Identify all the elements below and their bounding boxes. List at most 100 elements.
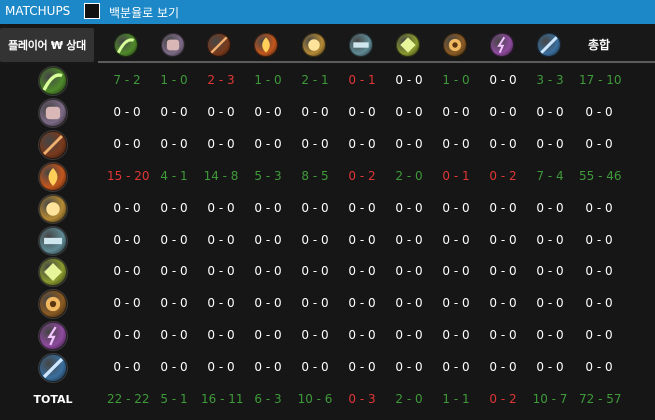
matchup-cell: 0 - 0 — [301, 264, 329, 278]
matchup-cell: 0 - 0 — [113, 360, 141, 374]
column-total-cell: 1 - 1 — [442, 392, 470, 406]
player-vs-opponent-tab[interactable]: 플레이어 ₩ 상대 — [0, 28, 94, 62]
row-total-cell: 0 - 0 — [585, 233, 613, 247]
matchup-cell: 0 - 0 — [442, 233, 470, 247]
column-total-cell: 72 - 57 — [579, 392, 622, 406]
matchup-cell: 0 - 0 — [113, 296, 141, 310]
matchup-cell: 0 - 0 — [301, 137, 329, 151]
matchup-cell: 7 - 4 — [536, 169, 564, 183]
matchup-cell: 1 - 0 — [160, 73, 188, 87]
matchup-cell: 0 - 0 — [207, 264, 235, 278]
spear-icon[interactable] — [39, 131, 67, 159]
row-total-cell: 0 - 0 — [585, 296, 613, 310]
matchup-cell: 0 - 0 — [442, 105, 470, 119]
percent-toggle-label[interactable]: 백분율로 보기 — [109, 4, 179, 21]
lightning-icon[interactable] — [490, 33, 514, 57]
druid-claw-icon[interactable] — [114, 33, 138, 57]
matchup-cell: 0 - 0 — [442, 264, 470, 278]
matchup-cell: 0 - 0 — [536, 105, 564, 119]
matchup-cell: 0 - 0 — [160, 360, 188, 374]
matchup-cell: 0 - 0 — [348, 105, 376, 119]
matchup-cell: 0 - 0 — [536, 360, 564, 374]
matchup-cell: 14 - 8 — [203, 169, 239, 183]
matchup-cell: 0 - 0 — [536, 328, 564, 342]
druid-claw-icon[interactable] — [39, 67, 67, 95]
matchup-cell: 0 - 0 — [489, 73, 517, 87]
fist-glow-icon[interactable] — [39, 195, 67, 223]
matchup-cell: 0 - 0 — [301, 233, 329, 247]
matchup-cell: 0 - 0 — [254, 296, 282, 310]
total-row-label: TOTAL — [33, 393, 73, 406]
matchup-cell: 0 - 0 — [442, 360, 470, 374]
matchup-cell: 0 - 0 — [442, 296, 470, 310]
pistol-icon[interactable] — [349, 33, 373, 57]
bear-icon[interactable] — [39, 290, 67, 318]
row-total-cell: 0 - 0 — [585, 360, 613, 374]
title-bar: MATCHUPS 백분율로 보기 — [0, 0, 655, 24]
fire-icon[interactable] — [254, 33, 278, 57]
matchup-cell: 0 - 0 — [489, 296, 517, 310]
matchup-cell: 0 - 1 — [348, 73, 376, 87]
matchup-cell: 0 - 0 — [301, 328, 329, 342]
fist-glow-icon[interactable] — [302, 33, 326, 57]
matchup-cell: 0 - 0 — [254, 137, 282, 151]
matchup-cell: 1 - 0 — [442, 73, 470, 87]
matchup-cell: 0 - 0 — [536, 201, 564, 215]
header-divider — [98, 61, 655, 63]
matchup-cell: 0 - 0 — [254, 201, 282, 215]
matchup-cell: 0 - 0 — [301, 201, 329, 215]
matchup-cell: 0 - 0 — [348, 233, 376, 247]
bear-icon[interactable] — [443, 33, 467, 57]
row-total-cell: 0 - 0 — [585, 328, 613, 342]
matchup-cell: 0 - 0 — [113, 201, 141, 215]
lightning-icon[interactable] — [39, 322, 67, 350]
column-total-cell: 6 - 3 — [254, 392, 282, 406]
matchup-cell: 0 - 0 — [301, 360, 329, 374]
fire-icon[interactable] — [39, 163, 67, 191]
matchup-cell: 0 - 2 — [489, 169, 517, 183]
matchup-cell: 3 - 3 — [536, 73, 564, 87]
row-total-cell: 0 - 0 — [585, 137, 613, 151]
matchup-cell: 2 - 0 — [395, 169, 423, 183]
matchup-cell: 0 - 0 — [254, 233, 282, 247]
matchup-cell: 0 - 0 — [207, 105, 235, 119]
sword-icon[interactable] — [537, 33, 561, 57]
matchup-cell: 0 - 0 — [395, 201, 423, 215]
fist-icon[interactable] — [161, 33, 185, 57]
sword-icon[interactable] — [39, 354, 67, 382]
matchup-cell: 0 - 0 — [489, 328, 517, 342]
matchup-cell: 0 - 0 — [207, 296, 235, 310]
fist-icon[interactable] — [39, 99, 67, 127]
matchup-cell: 0 - 0 — [254, 264, 282, 278]
leaf-claw-icon[interactable] — [396, 33, 420, 57]
matchup-cell: 0 - 0 — [254, 328, 282, 342]
row-total-cell: 0 - 0 — [585, 105, 613, 119]
matchup-cell: 0 - 0 — [254, 105, 282, 119]
percent-toggle-checkbox[interactable] — [84, 3, 100, 19]
leaf-claw-icon[interactable] — [39, 258, 67, 286]
column-total-cell: 10 - 6 — [297, 392, 333, 406]
matchup-cell: 0 - 0 — [395, 264, 423, 278]
matchup-cell: 1 - 0 — [254, 73, 282, 87]
matchup-cell: 2 - 1 — [301, 73, 329, 87]
matchup-cell: 0 - 0 — [348, 360, 376, 374]
matchup-cell: 0 - 0 — [489, 264, 517, 278]
row-total-cell: 17 - 10 — [579, 73, 622, 87]
player-vs-opponent-label: 플레이어 ₩ 상대 — [8, 39, 86, 52]
matchup-cell: 0 - 0 — [113, 137, 141, 151]
matchup-cell: 0 - 0 — [442, 328, 470, 342]
matchup-cell: 0 - 0 — [160, 264, 188, 278]
column-total-cell: 16 - 11 — [201, 392, 244, 406]
matchup-cell: 8 - 5 — [301, 169, 329, 183]
matchup-cell: 0 - 0 — [536, 296, 564, 310]
matchup-cell: 0 - 0 — [489, 105, 517, 119]
column-total-cell: 2 - 0 — [395, 392, 423, 406]
matchup-cell: 0 - 0 — [395, 105, 423, 119]
matchup-cell: 0 - 0 — [348, 264, 376, 278]
total-column-header: 총합 — [587, 38, 611, 52]
matchup-cell: 0 - 1 — [442, 169, 470, 183]
spear-icon[interactable] — [207, 33, 231, 57]
pistol-icon[interactable] — [39, 227, 67, 255]
matchup-cell: 0 - 0 — [489, 360, 517, 374]
matchup-cell: 2 - 3 — [207, 73, 235, 87]
